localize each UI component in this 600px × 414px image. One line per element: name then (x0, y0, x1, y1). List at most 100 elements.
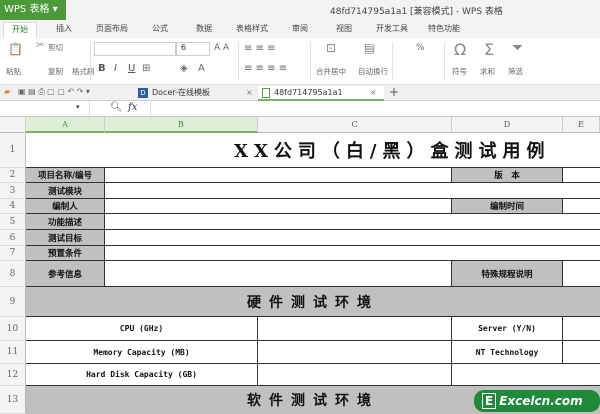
label-cell-precondition[interactable]: 预置条件 (26, 246, 105, 261)
sheet-title-cell[interactable]: XX公司（白/黑）盒测试用例 (26, 133, 600, 168)
zoom-icon[interactable]: 🔍︎ (110, 102, 123, 113)
label-cell-module[interactable]: 测试模块 (26, 183, 105, 199)
app-menu-button[interactable]: WPS 表格 ▾ (0, 0, 66, 20)
sum-icon[interactable]: Σ (484, 40, 494, 59)
tab-view[interactable]: 视图 (336, 23, 352, 34)
column-header-c[interactable]: C (258, 117, 452, 133)
merge-center-button[interactable]: 合并居中 (316, 66, 346, 77)
fill-color-icon[interactable]: ◈ (180, 63, 188, 74)
doc-tab-docer[interactable]: D Docer-在线模板 × (136, 86, 256, 101)
label-cell-author[interactable]: 编制人 (26, 199, 105, 214)
italic-button[interactable]: I (114, 63, 117, 74)
row-header[interactable]: 11 (0, 341, 26, 364)
row-header[interactable]: 4 (0, 199, 26, 214)
label-cell-date[interactable]: 编制时间 (452, 199, 563, 214)
label-cell-reference[interactable]: 参考信息 (26, 261, 105, 287)
row-header[interactable]: 7 (0, 246, 26, 261)
filter-icon[interactable]: ⏷ (512, 40, 523, 56)
row-header[interactable]: 8 (0, 261, 26, 287)
formula-input[interactable] (150, 102, 600, 116)
value-cell-module[interactable] (105, 183, 600, 199)
row-header[interactable]: 1 (0, 133, 26, 168)
copy-button[interactable]: 复制 (48, 66, 63, 77)
column-header-e[interactable]: E (563, 117, 600, 133)
font-name-select[interactable] (94, 42, 176, 56)
open-folder-icon[interactable]: ▰ (4, 87, 10, 96)
tab-table-style[interactable]: 表格样式 (236, 23, 268, 34)
close-icon[interactable]: × (246, 86, 253, 100)
align-top-icon[interactable]: ≡ ≡ ≡ (244, 43, 276, 54)
cut-icon[interactable]: ✂ (36, 40, 44, 51)
wrap-text-icon[interactable]: ▤ (364, 41, 375, 55)
align-left-icon[interactable]: ≡ ≡ ≡ ≡ (244, 63, 287, 74)
font-color-icon[interactable]: A (198, 63, 205, 74)
empty-cell[interactable] (452, 364, 600, 386)
symbol-icon[interactable]: Ω (454, 40, 466, 59)
value-cell-goal[interactable] (105, 230, 600, 246)
label-cell-memory[interactable]: Memory Capacity (MB) (26, 341, 258, 364)
hardware-section-header[interactable]: 硬件测试环境 (26, 287, 600, 317)
value-cell-special[interactable] (563, 261, 600, 287)
row-header[interactable]: 2 (0, 168, 26, 183)
row-header[interactable]: 5 (0, 214, 26, 230)
underline-button[interactable]: U (128, 63, 135, 74)
row-header[interactable]: 10 (0, 317, 26, 341)
select-all-corner[interactable] (0, 117, 26, 133)
paste-icon[interactable]: 📋 (8, 42, 23, 56)
row-header[interactable]: 6 (0, 230, 26, 246)
bold-button[interactable]: B (98, 63, 106, 74)
row-header[interactable]: 3 (0, 183, 26, 199)
chevron-down-icon[interactable]: ▾ (76, 103, 80, 111)
new-tab-button[interactable]: + (389, 85, 399, 99)
tab-home[interactable]: 开始 (3, 22, 37, 38)
label-cell-function[interactable]: 功能描述 (26, 214, 105, 230)
merge-center-icon[interactable]: ⊡ (326, 41, 336, 55)
value-cell-server[interactable] (563, 317, 600, 341)
quick-access-icons[interactable]: ▣ ▤ ⎙ ▢ ▢ ↶ ↷ ▾ (18, 87, 90, 97)
doc-tab-spreadsheet[interactable]: 48fd714795a1a1 × (258, 86, 384, 101)
sum-button[interactable]: 求和 (480, 66, 495, 77)
borders-icon[interactable]: ⊞ (142, 63, 150, 74)
tab-formulas[interactable]: 公式 (152, 23, 168, 34)
tab-page-layout[interactable]: 页面布局 (96, 23, 128, 34)
label-cell-project[interactable]: 项目名称/编号 (26, 168, 105, 183)
value-cell-precondition[interactable] (105, 246, 600, 261)
column-header-b[interactable]: B (105, 117, 258, 133)
percent-button[interactable]: % (416, 43, 425, 53)
column-header-a[interactable]: A (26, 117, 105, 133)
name-box[interactable]: ▾ (0, 101, 90, 116)
value-cell-function[interactable] (105, 214, 600, 230)
fx-button[interactable]: fx (128, 102, 137, 113)
row-header[interactable]: 12 (0, 364, 26, 386)
format-painter-button[interactable]: 格式刷 (72, 66, 95, 77)
value-cell-date[interactable] (563, 199, 600, 214)
grow-font-button[interactable]: A A (214, 43, 229, 53)
symbol-button[interactable]: 符号 (452, 66, 467, 77)
label-cell-goal[interactable]: 测试目标 (26, 230, 105, 246)
tab-developer[interactable]: 开发工具 (376, 23, 408, 34)
close-icon[interactable]: × (370, 86, 377, 100)
value-cell-nt[interactable] (563, 341, 600, 364)
row-header[interactable]: 9 (0, 287, 26, 317)
value-cell-cpu[interactable] (258, 317, 452, 341)
value-cell-memory[interactable] (258, 341, 452, 364)
value-cell-version[interactable] (563, 168, 600, 183)
value-cell-author[interactable] (105, 199, 452, 214)
wrap-text-button[interactable]: 自动换行 (358, 66, 388, 77)
tab-review[interactable]: 审阅 (292, 23, 308, 34)
label-cell-disk[interactable]: Hard Disk Capacity (GB) (26, 364, 258, 386)
font-size-select[interactable]: 6 (176, 42, 210, 56)
value-cell-reference[interactable] (105, 261, 452, 287)
label-cell-server[interactable]: Server (Y/N) (452, 317, 563, 341)
value-cell-disk[interactable] (258, 364, 452, 386)
paste-button[interactable]: 粘贴 (6, 66, 21, 77)
label-cell-nt[interactable]: NT Technology (452, 341, 563, 364)
label-cell-special[interactable]: 特殊规程说明 (452, 261, 563, 287)
value-cell-project[interactable] (105, 168, 452, 183)
filter-button[interactable]: 筛选 (508, 66, 523, 77)
row-header[interactable]: 13 (0, 386, 26, 414)
column-header-d[interactable]: D (452, 117, 563, 133)
label-cell-cpu[interactable]: CPU (GHz) (26, 317, 258, 341)
tab-insert[interactable]: 插入 (56, 23, 72, 34)
cut-button[interactable]: 剪切 (48, 42, 63, 53)
